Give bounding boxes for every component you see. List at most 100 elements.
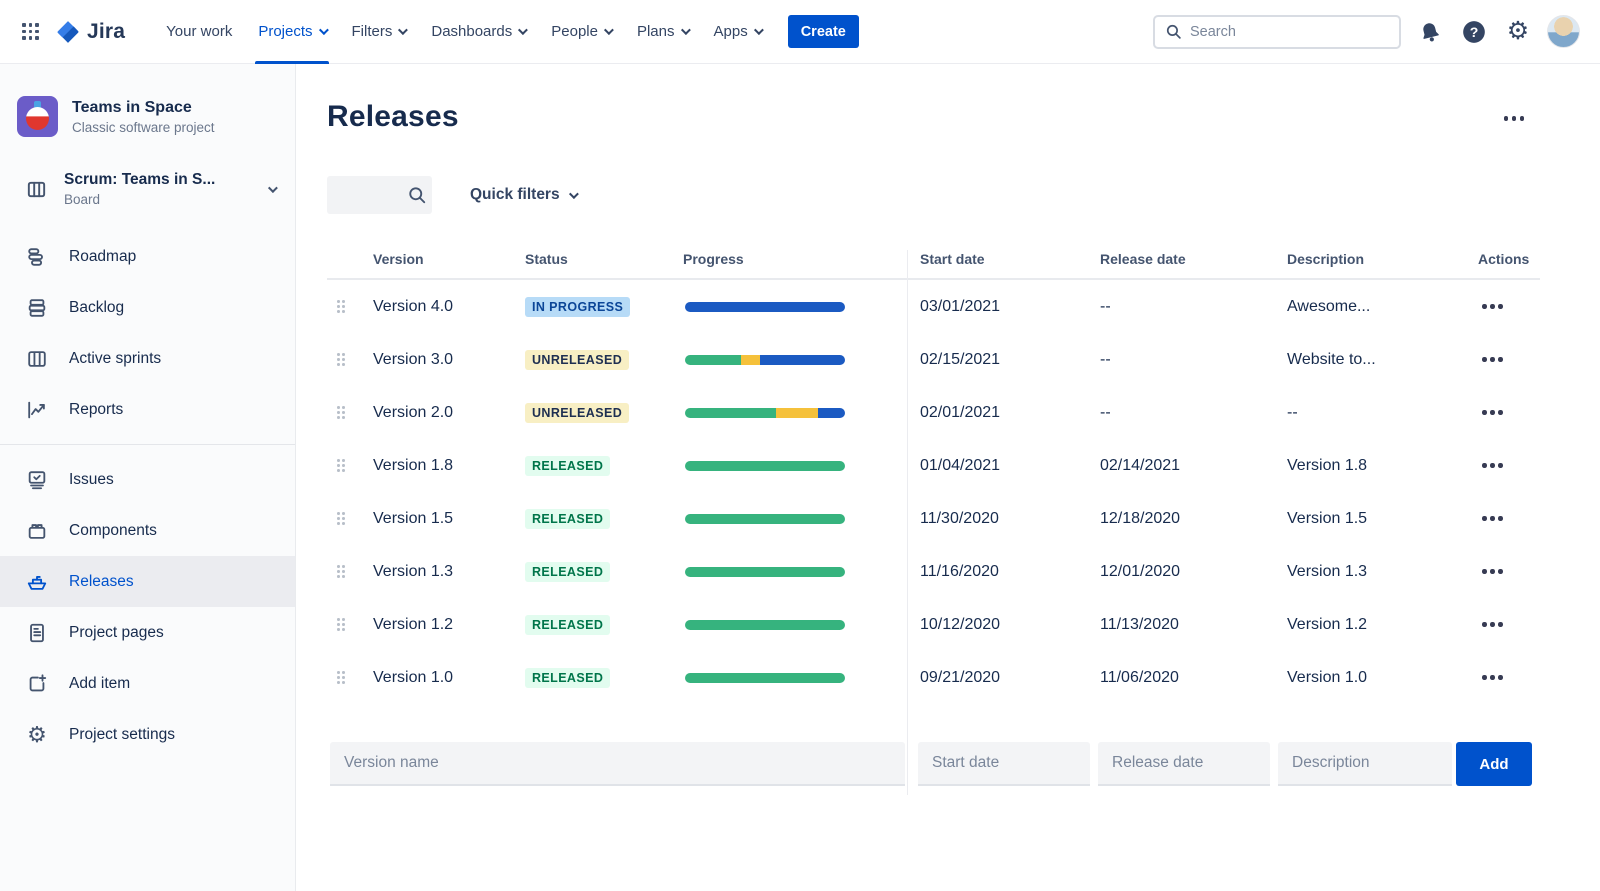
help-button[interactable]: ? [1459, 17, 1489, 47]
issues-icon [25, 468, 49, 492]
quick-filters-dropdown[interactable]: Quick filters [470, 186, 576, 204]
drag-handle-icon[interactable] [337, 671, 345, 684]
nav-item-your-work[interactable]: Your work [153, 0, 245, 64]
drag-handle-icon[interactable] [337, 618, 345, 631]
status-badge: UNRELEASED [525, 350, 629, 370]
progress-bar [685, 408, 845, 418]
progress-bar [685, 302, 845, 312]
drag-handle-icon[interactable] [337, 459, 345, 472]
nav-item-plans[interactable]: Plans [624, 0, 701, 64]
start-date: 09/21/2020 [920, 669, 1000, 687]
sidebar-item-add-item[interactable]: Add item [0, 658, 295, 709]
board-type: Board [64, 192, 215, 207]
start-date: 11/16/2020 [920, 563, 999, 581]
status-badge: RELEASED [525, 615, 610, 635]
version-name[interactable]: Version 1.0 [373, 669, 453, 687]
status-badge: RELEASED [525, 668, 610, 688]
release-date: -- [1100, 351, 1111, 369]
navbar-menu: Your work ProjectsFiltersDashboardsPeople… [153, 0, 774, 64]
jira-logo[interactable]: Jira [55, 19, 125, 45]
chevron-down-icon [754, 25, 764, 35]
sidebar-item-reports[interactable]: Reports [0, 384, 295, 435]
row-actions-button[interactable] [1478, 353, 1507, 366]
roadmap-icon [25, 245, 49, 269]
start-date: 10/12/2020 [920, 616, 1000, 634]
user-avatar[interactable] [1547, 15, 1580, 48]
drag-handle-icon[interactable] [337, 565, 345, 578]
notifications-button[interactable] [1415, 17, 1445, 47]
description-input[interactable] [1278, 742, 1452, 786]
nav-item-apps[interactable]: Apps [701, 0, 774, 64]
version-name-input[interactable] [330, 742, 905, 786]
sidebar-item-releases[interactable]: Releases [0, 556, 295, 607]
nav-item-label: Your work [166, 23, 232, 40]
app-switcher-icon[interactable] [22, 23, 39, 40]
nav-item-dashboards[interactable]: Dashboards [418, 0, 538, 64]
row-actions-button[interactable] [1478, 618, 1507, 631]
project-name: Teams in Space [72, 99, 215, 117]
progress-bar [685, 567, 845, 577]
page-title: Releases [327, 100, 1600, 134]
row-actions-button[interactable] [1478, 300, 1507, 313]
top-navbar: Jira Your workProjectsFiltersDashboardsP… [0, 0, 1600, 64]
chevron-down-icon [268, 183, 278, 193]
version-name[interactable]: Version 1.2 [373, 616, 453, 634]
start-date: 01/04/2021 [920, 457, 1000, 475]
description: Version 1.5 [1287, 510, 1367, 528]
sidebar-divider [0, 444, 295, 445]
table-row: Version 1.5 RELEASED 11/30/2020 12/18/20… [327, 492, 1540, 545]
column-header-release-date: Release date [1100, 251, 1287, 267]
version-name[interactable]: Version 1.3 [373, 563, 453, 581]
global-search[interactable] [1153, 15, 1401, 49]
description: Website to... [1287, 351, 1376, 369]
sidebar-item-issues[interactable]: Issues [0, 454, 295, 505]
project-header[interactable]: Teams in Space Classic software project [0, 96, 295, 137]
chevron-down-icon [604, 25, 614, 35]
drag-handle-icon[interactable] [337, 512, 345, 525]
description: -- [1287, 404, 1298, 422]
nav-item-people[interactable]: People [538, 0, 624, 64]
release-filter-search[interactable] [327, 176, 432, 214]
project-pages-icon [25, 621, 49, 645]
row-actions-button[interactable] [1478, 512, 1507, 525]
chevron-down-icon [680, 25, 690, 35]
start-date-input[interactable] [918, 742, 1090, 786]
add-version-button[interactable]: Add [1456, 742, 1532, 786]
sidebar-item-active-sprints[interactable]: Active sprints [0, 333, 295, 384]
global-search-input[interactable] [1190, 24, 1389, 40]
chevron-down-icon [398, 25, 408, 35]
row-actions-button[interactable] [1478, 671, 1507, 684]
sidebar-item-backlog[interactable]: Backlog [0, 282, 295, 333]
drag-handle-icon[interactable] [337, 353, 345, 366]
table-row: Version 1.3 RELEASED 11/16/2020 12/01/20… [327, 545, 1540, 598]
version-name[interactable]: Version 2.0 [373, 404, 453, 422]
release-date: 02/14/2021 [1100, 457, 1180, 475]
row-actions-button[interactable] [1478, 406, 1507, 419]
version-name[interactable]: Version 3.0 [373, 351, 453, 369]
release-filter-input[interactable] [337, 187, 407, 204]
sidebar-item-roadmap[interactable]: Roadmap [0, 231, 295, 282]
sidebar-item-components[interactable]: Components [0, 505, 295, 556]
version-name[interactable]: Version 4.0 [373, 298, 453, 316]
create-button[interactable]: Create [788, 15, 859, 48]
table-body: Version 4.0 IN PROGRESS 03/01/2021 -- Aw… [327, 280, 1540, 704]
status-badge: RELEASED [525, 562, 610, 582]
page-actions-button[interactable] [1500, 112, 1529, 125]
settings-gear-icon[interactable]: ⚙ [1503, 17, 1533, 47]
nav-item-filters[interactable]: Filters [339, 0, 419, 64]
chevron-down-icon [518, 25, 528, 35]
drag-handle-icon[interactable] [337, 406, 345, 419]
version-name[interactable]: Version 1.5 [373, 510, 453, 528]
row-actions-button[interactable] [1478, 459, 1507, 472]
version-name[interactable]: Version 1.8 [373, 457, 453, 475]
jira-logo-icon [55, 19, 81, 45]
drag-handle-icon[interactable] [337, 300, 345, 313]
board-selector[interactable]: Scrum: Teams in S... Board [0, 171, 295, 207]
row-actions-button[interactable] [1478, 565, 1507, 578]
nav-item-projects[interactable]: Projects [245, 0, 338, 64]
active-sprints-icon [25, 347, 49, 371]
sidebar-item-project-settings[interactable]: ⚙ Project settings [0, 709, 295, 760]
release-date-input[interactable] [1098, 742, 1270, 786]
sidebar-item-project-pages[interactable]: Project pages [0, 607, 295, 658]
sidebar-menu: Roadmap Backlog Active sprints [0, 231, 295, 760]
